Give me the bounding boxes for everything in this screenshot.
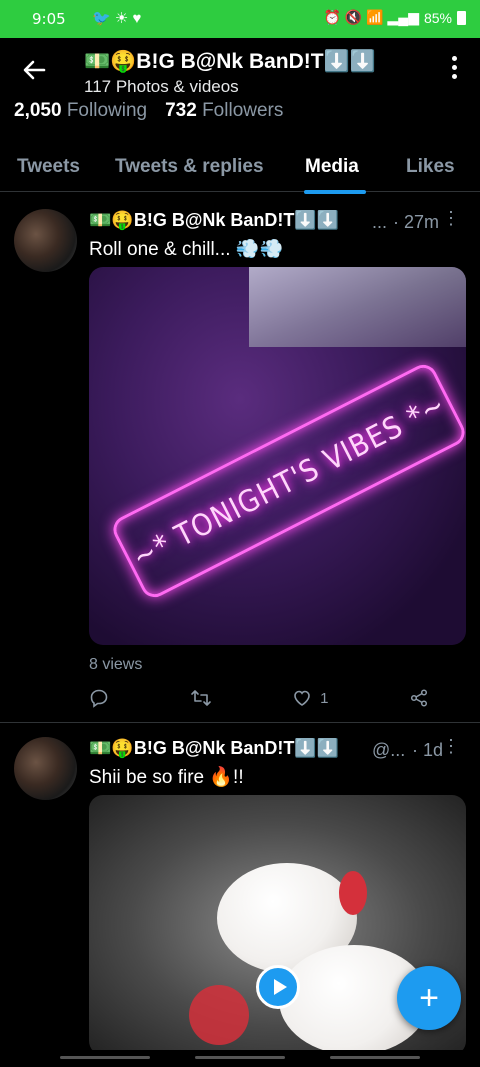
nav-home[interactable] <box>195 1056 285 1059</box>
retweet-button[interactable] <box>190 688 212 708</box>
tweet-author-name[interactable]: 💵🤑B!G B@Nk BanD!T⬇️⬇️ <box>89 210 339 231</box>
more-options-icon[interactable] <box>452 56 458 79</box>
follow-stats: 2,050 Following 732 Followers <box>14 100 283 122</box>
system-navigation-bar <box>0 1050 480 1067</box>
followers-count: 732 <box>165 100 197 121</box>
tab-tweets[interactable]: Tweets <box>17 156 80 178</box>
following-link[interactable]: 2,050 Following <box>14 100 147 122</box>
status-time: 9:05 <box>32 10 66 28</box>
tweet-text: Shii be so fire 🔥!! <box>89 767 244 788</box>
followers-label: Followers <box>202 100 284 121</box>
background-tv <box>249 267 466 347</box>
strawberry <box>189 985 249 1045</box>
avatar[interactable] <box>14 209 77 272</box>
tweet-time: · 27m <box>393 212 440 232</box>
play-button-icon[interactable] <box>256 965 300 1009</box>
profile-name: 💵🤑B!G B@Nk BanD!T⬇️⬇️ <box>84 50 376 73</box>
following-label: Following <box>66 100 148 121</box>
tweet-card[interactable]: 💵🤑B!G B@Nk BanD!T⬇️⬇️ ... · 27m ⋮ Roll o… <box>0 190 480 720</box>
back-arrow-icon[interactable] <box>20 56 48 84</box>
tweet-handle: ... <box>372 212 388 232</box>
share-button[interactable] <box>409 688 429 708</box>
like-button[interactable]: 1 <box>292 688 328 708</box>
tweet-image[interactable]: ~* TONIGHT'S VIBES *~ <box>89 267 466 645</box>
strawberry <box>339 871 367 915</box>
tab-likes[interactable]: Likes <box>406 156 455 178</box>
notification-icons: 🐦 ☀ ♥ <box>92 10 142 27</box>
share-icon <box>410 689 428 707</box>
reply-button[interactable] <box>89 688 109 708</box>
view-count: 8 views <box>89 656 143 673</box>
profile-header: 💵🤑B!G B@Nk BanD!T⬇️⬇️ 117 Photos & video… <box>0 38 480 194</box>
following-count: 2,050 <box>14 100 62 121</box>
tweet-author-name[interactable]: 💵🤑B!G B@Nk BanD!T⬇️⬇️ <box>89 738 339 759</box>
tweet-actions: 1 <box>89 688 429 708</box>
followers-link[interactable]: 732 Followers <box>165 100 283 122</box>
tab-tweets-replies[interactable]: Tweets & replies <box>115 156 264 178</box>
neon-sign: ~* TONIGHT'S VIBES *~ <box>108 360 466 602</box>
compose-tweet-button[interactable]: + <box>397 966 461 1030</box>
tweet-more-icon[interactable]: ⋮ <box>442 736 460 757</box>
profile-media-count: 117 Photos & videos <box>84 77 239 96</box>
status-bar: 9:05 🐦 ☀ ♥ ⏰ 🔇 📶 ▂▄▆ 85% <box>0 0 480 38</box>
system-icons: ⏰ 🔇 📶 ▂▄▆ <box>323 9 419 25</box>
retweet-icon <box>190 690 211 706</box>
tab-media[interactable]: Media <box>305 156 359 178</box>
battery-icon <box>457 10 466 25</box>
nav-recents[interactable] <box>60 1056 150 1059</box>
nav-back[interactable] <box>330 1056 420 1059</box>
tweet-handle: @... <box>372 740 406 760</box>
reply-icon <box>90 689 108 708</box>
heart-icon <box>294 690 310 706</box>
profile-tabs: Tweets Tweets & replies Media Likes <box>0 148 480 194</box>
avatar[interactable] <box>14 737 77 800</box>
tweet-text: Roll one & chill... 💨💨 <box>89 239 284 260</box>
battery-percent: 85% <box>423 9 452 26</box>
tweet-time: · 1d <box>412 740 444 760</box>
like-count: 1 <box>320 689 329 707</box>
status-right: ⏰ 🔇 📶 ▂▄▆ 85% <box>324 9 466 26</box>
neon-sign-text: ~* TONIGHT'S VIBES *~ <box>126 386 452 576</box>
tweet-more-icon[interactable]: ⋮ <box>442 208 460 229</box>
